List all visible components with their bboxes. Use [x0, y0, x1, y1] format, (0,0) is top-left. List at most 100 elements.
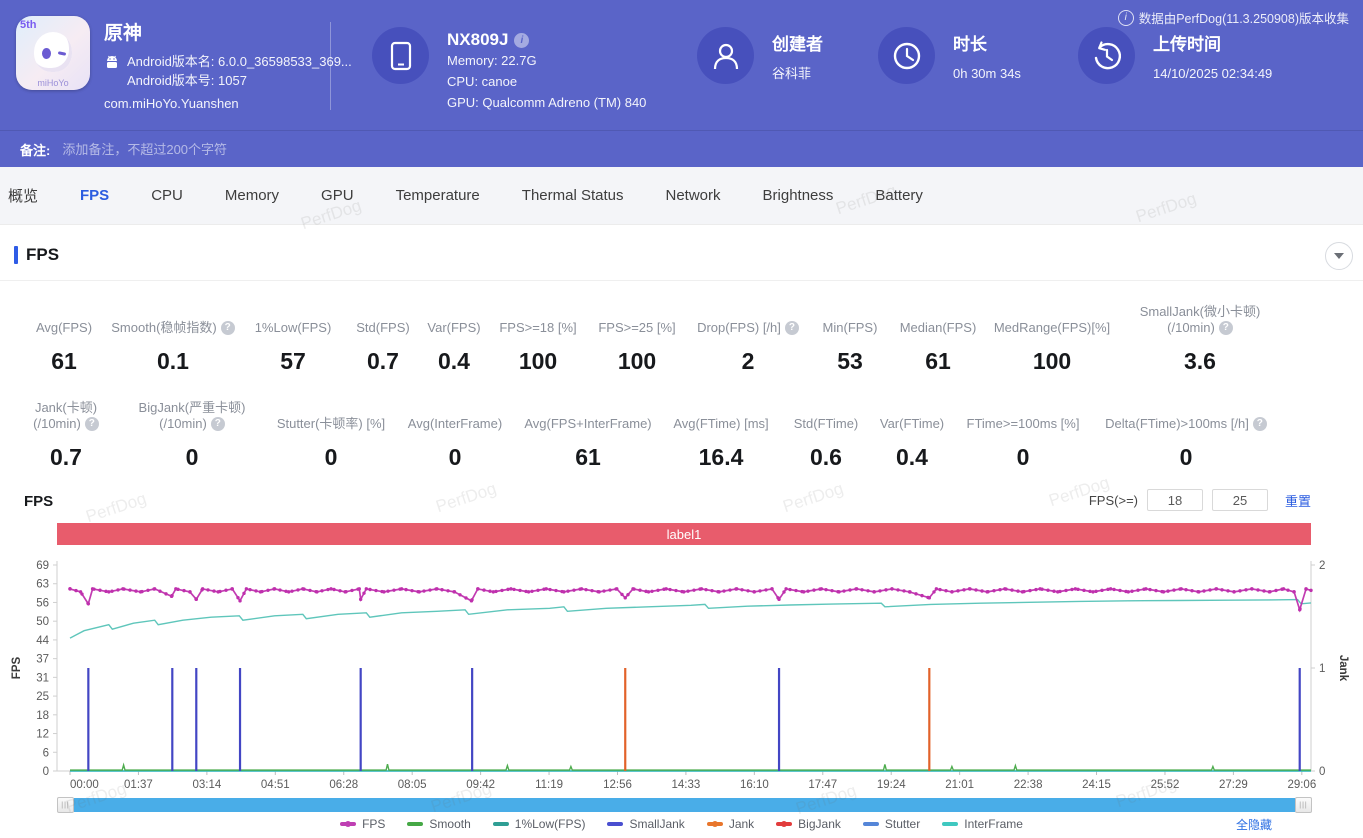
legend-item-fps[interactable]: FPS: [340, 817, 385, 831]
android-icon: [104, 55, 120, 69]
y-left-tick-label: 56: [36, 597, 49, 609]
fps-chart-area: 696356504437312518126021000:0001:3703:14…: [0, 551, 1363, 797]
stat-label: 1%Low(FPS): [255, 300, 332, 336]
stat-label: Stutter(卡顿率) [%]: [277, 396, 385, 432]
series-smooth: [70, 764, 1311, 770]
help-icon[interactable]: ?: [1219, 321, 1233, 335]
stat-value: 100: [1033, 348, 1071, 375]
y-right-tick-label: 2: [1319, 560, 1325, 572]
stat-label: Avg(FPS): [36, 300, 92, 336]
x-tick-label: 14:33: [672, 779, 701, 791]
help-icon[interactable]: ?: [1253, 417, 1267, 431]
app-icon-face: [34, 32, 72, 72]
tab-temperature[interactable]: Temperature: [396, 187, 480, 204]
stat-label: Std(FTime): [794, 396, 859, 432]
duration-value: 0h 30m 34s: [953, 63, 1021, 84]
device-info-icon[interactable]: i: [514, 33, 529, 48]
stat-value: 0: [325, 444, 338, 471]
header-divider: [330, 22, 331, 110]
legend-marker: [340, 822, 356, 826]
scrollbar-right-handle[interactable]: |||: [1295, 797, 1312, 813]
x-tick-label: 16:10: [740, 779, 769, 791]
legend-item-smooth[interactable]: Smooth: [407, 817, 470, 831]
stat-value: 0.4: [438, 348, 470, 375]
help-icon[interactable]: ?: [221, 321, 235, 335]
stat-label: Var(FTime): [880, 396, 944, 432]
chevron-down-icon: [1334, 253, 1344, 259]
stat-value: 0.4: [896, 444, 928, 471]
reset-link[interactable]: 重置: [1285, 491, 1311, 510]
x-tick-label: 09:42: [466, 779, 495, 791]
x-tick-label: 04:51: [261, 779, 290, 791]
tab-fps[interactable]: FPS: [80, 187, 109, 204]
help-icon[interactable]: ?: [211, 417, 225, 431]
y-left-tick-label: 18: [36, 710, 49, 722]
y-right-tick-label: 0: [1319, 766, 1325, 778]
stat-label: SmallJank(微小卡顿)(/10min)?: [1140, 300, 1261, 336]
section-title-text: FPS: [26, 245, 59, 265]
y-left-tick-label: 50: [36, 616, 49, 628]
chart-legend: FPS Smooth 1%Low(FPS) SmallJank Jank BigJank S…: [0, 817, 1363, 831]
creator-value: 谷科菲: [772, 63, 823, 84]
stat-label: FTime>=100ms [%]: [967, 396, 1080, 432]
legend-item-smalljank[interactable]: SmallJank: [607, 817, 684, 831]
scrollbar-left-handle[interactable]: |||: [57, 797, 74, 813]
stat-item: Drop(FPS) [/h]?2: [688, 300, 808, 375]
fps-threshold-input-1[interactable]: [1147, 489, 1203, 511]
fps-threshold-input-2[interactable]: [1212, 489, 1268, 511]
x-tick-label: 19:24: [877, 779, 906, 791]
legend-item-jank[interactable]: Jank: [707, 817, 754, 831]
x-tick-label: 24:15: [1082, 779, 1111, 791]
hide-all-link[interactable]: 全隐藏: [1236, 816, 1272, 833]
x-tick-label: 22:38: [1014, 779, 1043, 791]
fps-filter-controls: FPS(>=) 重置: [1089, 489, 1311, 511]
stat-label: Drop(FPS) [/h]?: [697, 300, 799, 336]
app-version-code: Android版本号: 1057: [127, 71, 352, 90]
stat-label: Var(FPS): [427, 300, 480, 336]
stat-value: 0.6: [810, 444, 842, 471]
scrollbar-track[interactable]: [74, 798, 1295, 812]
chart-title: FPS: [24, 493, 53, 510]
legend-item-1-low-fps-[interactable]: 1%Low(FPS): [493, 817, 586, 831]
help-icon[interactable]: ?: [785, 321, 799, 335]
x-tick-label: 06:28: [329, 779, 358, 791]
help-icon[interactable]: ?: [85, 417, 99, 431]
collector-note-text: 数据由PerfDog(11.3.250908)版本收集: [1139, 8, 1349, 27]
tab-thermal-status[interactable]: Thermal Status: [522, 187, 624, 204]
tab-network[interactable]: Network: [666, 187, 721, 204]
y-left-tick-label: 44: [36, 635, 49, 647]
legend-item-stutter[interactable]: Stutter: [863, 817, 920, 831]
x-tick-label: 03:14: [192, 779, 221, 791]
stat-item: Median(FPS)61: [892, 300, 984, 375]
note-input[interactable]: [60, 141, 664, 158]
fps-filter-label: FPS(>=): [1089, 493, 1138, 508]
x-tick-label: 01:37: [124, 779, 153, 791]
legend-item-interframe[interactable]: InterFrame: [942, 817, 1023, 831]
chart-scrollbar: ||| |||: [57, 797, 1312, 813]
stat-item: Min(FPS)53: [808, 300, 892, 375]
x-tick-label: 25:52: [1151, 779, 1180, 791]
fps-chart[interactable]: 696356504437312518126021000:0001:3703:14…: [0, 551, 1363, 797]
tab-memory[interactable]: Memory: [225, 187, 279, 204]
creator-block: 创建者 谷科菲: [697, 27, 823, 84]
tab-cpu[interactable]: CPU: [151, 187, 183, 204]
x-tick-label: 11:19: [535, 779, 563, 791]
watermark: PerfDog: [780, 479, 846, 517]
series-fps: [68, 587, 1312, 611]
stat-value: 0: [449, 444, 462, 471]
legend-label: FPS: [362, 817, 385, 831]
perfdog-report-page: i 数据由PerfDog(11.3.250908)版本收集 5th miHoYo…: [0, 0, 1363, 838]
section-accent-bar: [14, 246, 18, 264]
tab-brightness[interactable]: Brightness: [763, 187, 834, 204]
x-tick-label: 08:05: [398, 779, 427, 791]
stat-value: 0: [1017, 444, 1030, 471]
stat-item: Stutter(卡顿率) [%] 0: [272, 396, 390, 471]
tab-gpu[interactable]: GPU: [321, 187, 354, 204]
stat-value: 100: [618, 348, 656, 375]
device-name: NX809J: [447, 30, 508, 50]
stat-item: FPS>=18 [%]100: [490, 300, 586, 375]
tab-概览[interactable]: 概览: [8, 185, 38, 206]
legend-item-bigjank[interactable]: BigJank: [776, 817, 841, 831]
tab-battery[interactable]: Battery: [875, 187, 923, 204]
collapse-section-button[interactable]: [1325, 242, 1353, 270]
